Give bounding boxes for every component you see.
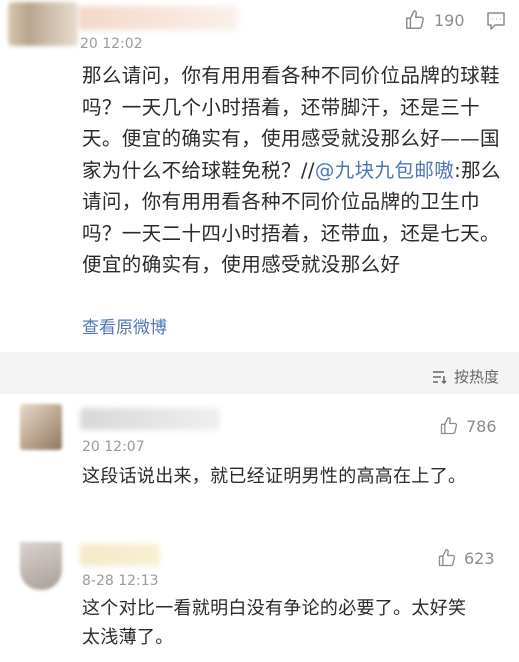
username-redacted[interactable] — [80, 408, 220, 430]
comment-icon — [487, 12, 505, 30]
view-original-link[interactable]: 查看原微博 — [82, 313, 167, 338]
comment-text: 这段话说出来，就已经证明男性的高高在上了。 — [82, 466, 467, 487]
sort-by-hot-button[interactable]: 按热度 — [432, 366, 499, 387]
comment-item: 20 12:07 786 这段话说出来，就已经证明男性的高高在上了。 — [0, 394, 519, 534]
post-like-button[interactable]: 190 — [404, 9, 465, 31]
username-redacted[interactable] — [80, 544, 160, 566]
comment-timestamp: 8-28 12:13 — [82, 573, 159, 589]
comment-like-count: 623 — [464, 548, 495, 568]
post-body: 那么请问，你有用用看各种不同价位品牌的球鞋吗？一天几个小时捂着，还带脚汗，还是三… — [82, 60, 502, 281]
post-like-count: 190 — [434, 10, 465, 30]
avatar[interactable] — [20, 404, 62, 450]
comment-like-count: 786 — [466, 416, 497, 436]
thumbs-up-icon — [440, 417, 458, 435]
avatar[interactable] — [20, 542, 62, 590]
sort-label: 按热度 — [453, 368, 499, 386]
thumbs-up-icon — [438, 549, 456, 567]
comment-like-button[interactable]: 623 — [437, 548, 495, 568]
comment-text: 这个对比一看就明白没有争论的必要了。太好笑太浅薄了。 — [82, 598, 467, 648]
weibo-post: 20 12:02 190 那么请问，你有用用看各种不同价位品牌的球鞋吗？一天几个… — [0, 0, 519, 352]
mention-link[interactable]: @九块九包邮嗷 — [315, 159, 454, 182]
sort-icon — [432, 370, 447, 384]
comment-like-button[interactable]: 786 — [439, 416, 497, 436]
comment-item: 8-28 12:13 623 这个对比一看就明白没有争论的必要了。太好笑太浅薄了… — [0, 534, 519, 662]
comment-timestamp: 20 12:07 — [82, 439, 145, 455]
post-timestamp: 20 12:02 — [80, 36, 143, 52]
username-redacted[interactable] — [78, 6, 238, 30]
avatar[interactable] — [8, 2, 78, 46]
comment-button[interactable] — [486, 11, 506, 35]
thumbs-up-icon — [406, 10, 424, 29]
